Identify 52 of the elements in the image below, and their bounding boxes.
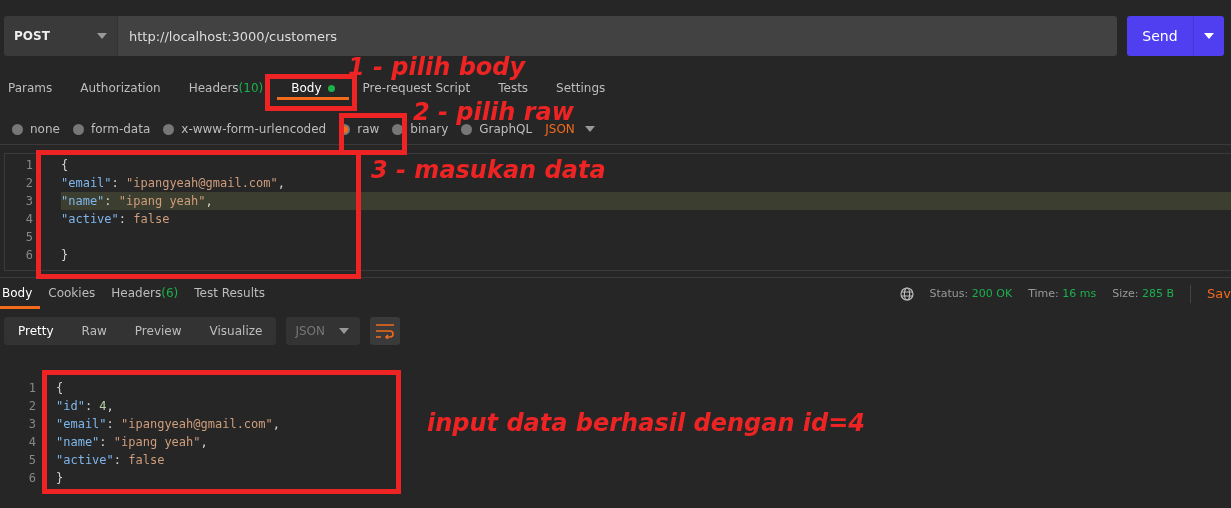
annotation-text: 3 - masukan data xyxy=(371,160,606,181)
view-mode-tab[interactable]: Pretty xyxy=(4,317,68,345)
code-line: "email": "ipangyeah@gmail.com", xyxy=(61,176,285,190)
body-type-radio[interactable]: GraphQL xyxy=(461,122,533,136)
line-number: 2 xyxy=(24,176,33,190)
line-number: 4 xyxy=(24,212,33,226)
request-tab[interactable]: Authorization xyxy=(66,78,175,100)
response-stat: Size: 285 B xyxy=(1112,287,1175,300)
line-number: 5 xyxy=(24,230,33,244)
body-type-radio[interactable]: raw xyxy=(339,122,380,136)
request-tab[interactable]: Body xyxy=(277,78,349,100)
response-stat: Time: 16 ms xyxy=(1028,287,1097,300)
response-tab[interactable]: Test Results xyxy=(186,278,273,309)
code-line: "active": false xyxy=(61,212,170,226)
body-type-radio[interactable]: none xyxy=(12,122,60,136)
line-number: 1 xyxy=(24,158,33,172)
code-line: "id": 4, xyxy=(56,399,114,413)
line-number: 6 xyxy=(27,471,36,485)
annotation-text: input data berhasil dengan id=4 xyxy=(427,413,866,434)
format-dropdown[interactable]: JSON xyxy=(545,122,595,136)
line-number: 4 xyxy=(27,435,36,449)
code-line: "name": "ipang yeah", xyxy=(56,435,208,449)
code-line: "name": "ipang yeah", xyxy=(61,194,213,208)
request-tab[interactable]: Headers(10) xyxy=(174,78,278,100)
code-line: } xyxy=(61,248,69,262)
code-line: { xyxy=(56,381,64,395)
request-tab[interactable]: Params xyxy=(8,78,67,100)
response-stat: Status: 200 OK xyxy=(929,287,1013,300)
view-mode-tab[interactable]: Preview xyxy=(120,317,196,345)
body-type-radio[interactable]: form-data xyxy=(72,122,151,136)
response-tab[interactable]: Headers(6) xyxy=(103,278,187,309)
view-mode-tab[interactable]: Visualize xyxy=(195,317,277,345)
method-dropdown[interactable]: POST xyxy=(4,16,117,56)
body-type-radio[interactable]: x-www-form-urlencoded xyxy=(163,122,327,136)
code-line: } xyxy=(56,471,64,485)
line-number: 6 xyxy=(24,248,33,262)
code-line: { xyxy=(61,158,69,172)
line-number: 5 xyxy=(27,453,36,467)
annotation-text: 2 - pilih raw xyxy=(413,102,574,123)
line-number: 3 xyxy=(27,417,36,431)
response-tab[interactable]: Cookies xyxy=(40,278,104,309)
save-link[interactable]: Sav xyxy=(1207,286,1231,301)
request-tab[interactable]: Settings xyxy=(542,78,620,100)
response-tab[interactable]: Body xyxy=(0,278,41,309)
body-type-radio[interactable]: binary xyxy=(392,122,449,136)
line-number: 2 xyxy=(27,399,36,413)
send-button[interactable]: Send xyxy=(1127,16,1224,56)
code-line: "email": "ipangyeah@gmail.com", xyxy=(56,417,280,431)
line-number: 1 xyxy=(27,381,36,395)
code-line: "active": false xyxy=(56,453,165,467)
view-mode-tab[interactable]: Raw xyxy=(67,317,121,345)
url-field[interactable]: http://localhost:3000/customers xyxy=(117,16,1117,56)
